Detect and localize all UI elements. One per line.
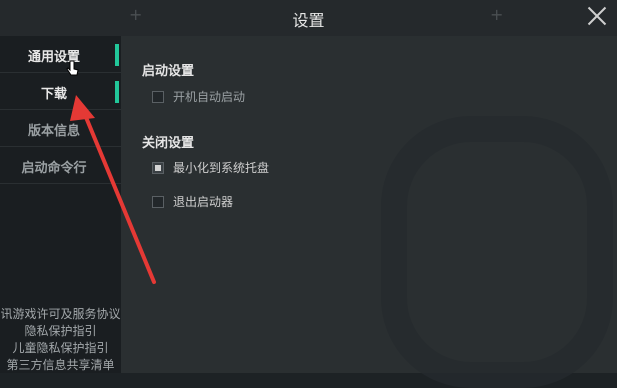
- cursor-icon: [66, 60, 79, 76]
- annotation-arrow-icon: [70, 95, 156, 284]
